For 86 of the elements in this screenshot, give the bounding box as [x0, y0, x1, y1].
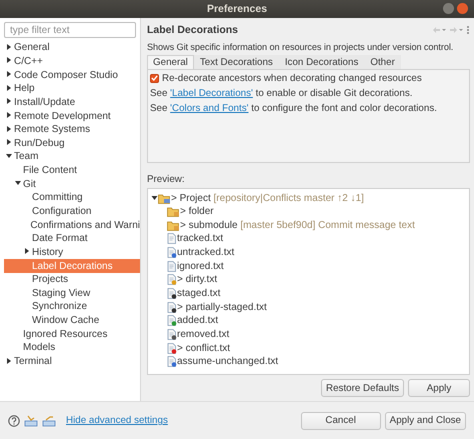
preview-item: untracked.txt [151, 246, 466, 260]
collapsed-arrow-icon[interactable] [6, 44, 12, 50]
file-icon [167, 315, 177, 326]
tree-item[interactable]: Staging View [4, 286, 140, 300]
tree-item[interactable]: Terminal [4, 354, 140, 368]
preview-item: staged.txt [151, 286, 466, 300]
tree-item[interactable]: Git [4, 177, 140, 192]
checkbox-label: Re-decorate ancestors when decorating changed resources [162, 72, 422, 84]
tab[interactable]: Other [364, 54, 401, 69]
collapsed-arrow-icon[interactable] [6, 84, 12, 91]
tree-item[interactable]: Projects [4, 272, 140, 287]
file-icon [167, 247, 177, 258]
close-button[interactable] [457, 3, 468, 14]
file-icon [167, 342, 177, 354]
file-icon [167, 356, 177, 368]
tree-item[interactable]: Code Composer Studio [4, 68, 140, 82]
tree-item[interactable]: Remote Systems [4, 122, 140, 136]
tree-item[interactable]: Confirmations and Warni [4, 218, 140, 232]
tree-item[interactable]: Help [4, 82, 140, 96]
preview-item: > dirty.txt [151, 273, 466, 287]
preview-item: > folder [151, 204, 466, 218]
apply-and-close-button[interactable]: Apply and Close [384, 412, 466, 430]
expanded-arrow-icon [151, 195, 158, 201]
info-text: See 'Label Decorations' to enable or disable Git decorations. [150, 88, 414, 99]
preference-link[interactable]: 'Colors and Fonts' [170, 102, 248, 114]
tree-item[interactable]: Window Cache [4, 314, 140, 328]
preview-item: > conflict.txt [151, 341, 466, 355]
tree-item[interactable]: Models [4, 341, 140, 355]
tree-item[interactable]: Ignored Resources [4, 327, 140, 342]
folder-icon [167, 206, 180, 218]
maximize-button[interactable] [443, 3, 454, 14]
preview-item: ignored.txt [151, 259, 466, 274]
file-icon [167, 328, 177, 340]
project-folder-icon [158, 192, 171, 204]
preview-item: removed.txt [151, 328, 466, 342]
apply-button[interactable]: Apply [408, 379, 470, 397]
preference-link[interactable]: 'Label Decorations' [170, 88, 253, 99]
tab[interactable]: Text Decorations [194, 54, 279, 69]
collapsed-arrow-icon[interactable] [24, 248, 30, 254]
help-icon[interactable] [8, 414, 20, 426]
cancel-button[interactable]: Cancel [300, 412, 381, 430]
preview-item: > Project [repository|Conflicts master ↑2 ↓1] [151, 191, 466, 205]
collapsed-arrow-icon[interactable] [6, 57, 12, 64]
tab[interactable]: Icon Decorations [278, 54, 364, 69]
collapsed-arrow-icon[interactable] [6, 71, 12, 78]
expanded-arrow-icon[interactable] [6, 152, 12, 159]
tree-item[interactable]: C/C++ [4, 54, 140, 68]
file-icon [167, 233, 177, 244]
tree-item[interactable]: Committing [4, 191, 140, 205]
hide-advanced-settings-link[interactable]: Hide advanced settings [66, 415, 168, 426]
preview-item: > partially-staged.txt [151, 300, 466, 314]
tab[interactable]: General [147, 54, 194, 69]
page-title: Label Decorations [147, 24, 238, 36]
collapsed-arrow-icon[interactable] [6, 358, 12, 364]
tree-item[interactable]: History [4, 246, 140, 260]
filter-field[interactable]: type filter text [4, 22, 136, 38]
tree-item[interactable]: Team [4, 150, 140, 164]
window-title: Preferences [206, 3, 268, 15]
collapsed-arrow-icon[interactable] [6, 98, 12, 104]
file-icon [167, 302, 177, 313]
folder-icon [167, 220, 180, 231]
info-text: See 'Colors and Fonts' to configure the font and color decorations. [150, 102, 438, 114]
restore-defaults-button[interactable]: Restore Defaults [321, 379, 404, 397]
preview-item: > submodule [master 5bef90d] Commit message text [151, 218, 466, 232]
preview-item: added.txt [151, 314, 466, 328]
tree-item[interactable]: Install/Update [4, 96, 140, 110]
tree-item[interactable]: Configuration [4, 204, 140, 218]
expanded-arrow-icon[interactable] [15, 180, 21, 186]
file-icon [167, 274, 177, 286]
tree-item[interactable]: Synchronize [4, 300, 140, 314]
tree-item[interactable]: Date Format [4, 232, 140, 246]
collapsed-arrow-icon[interactable] [6, 126, 12, 132]
tree-item[interactable]: Remote Development [4, 109, 140, 123]
tree-item[interactable]: File Content [4, 164, 140, 178]
page-description: Shows Git specific information on resources in projects under version control. [147, 42, 454, 52]
file-icon [167, 260, 177, 272]
collapsed-arrow-icon[interactable] [6, 139, 12, 146]
tree-item[interactable]: Run/Debug [4, 136, 140, 150]
preview-item: assume-unchanged.txt [151, 354, 466, 369]
export-icon[interactable] [42, 414, 56, 426]
tree-item[interactable]: General [4, 41, 140, 55]
file-icon [167, 288, 177, 299]
checkbox[interactable] [150, 74, 159, 83]
preview-label: Preview: [147, 174, 186, 186]
collapsed-arrow-icon[interactable] [6, 112, 12, 118]
preview-item: tracked.txt [151, 232, 466, 246]
